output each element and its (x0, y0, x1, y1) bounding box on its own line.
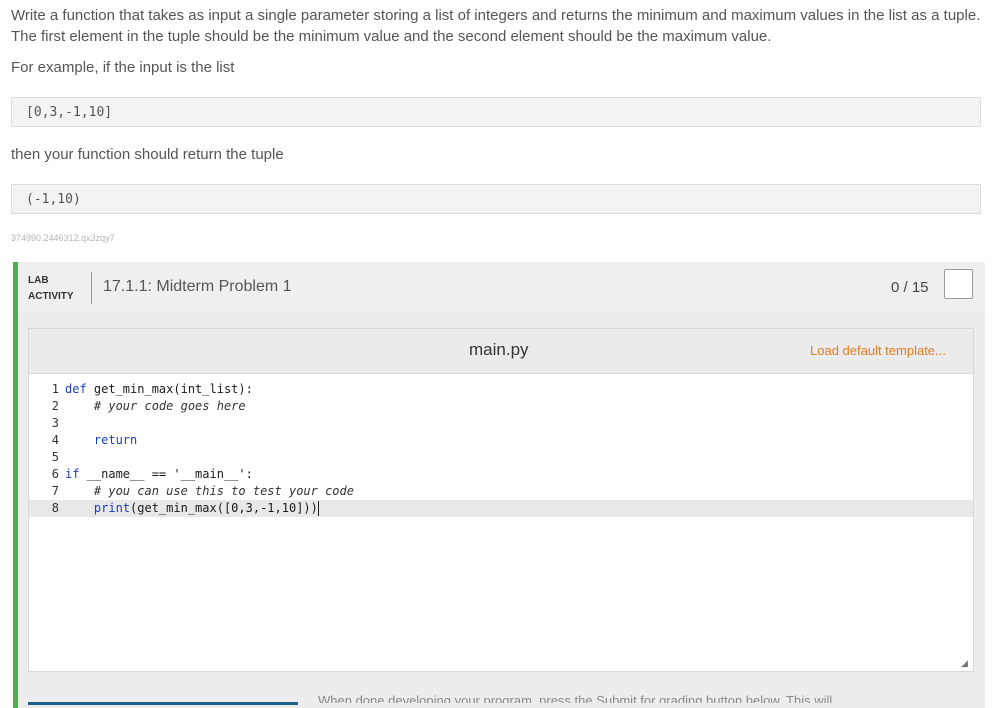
problem-statement: Write a function that takes as input a s… (11, 7, 981, 45)
line-number: 2 (51, 399, 59, 413)
code-line[interactable]: 2 # your code goes here (29, 398, 973, 415)
code-line[interactable]: 4 return (29, 432, 973, 449)
code-text[interactable]: if __name__ == '__main__': (65, 466, 253, 483)
file-name: main.py (469, 340, 529, 359)
code-editor: main.py Load default template... 1 def g… (28, 328, 974, 672)
resize-handle-icon[interactable]: ◢ (961, 659, 969, 668)
line-number: 8 (51, 501, 59, 515)
code-line[interactable]: 6 if __name__ == '__main__': (29, 466, 973, 483)
lab-title: 17.1.1: Midterm Problem 1 (103, 278, 292, 295)
header-divider (91, 272, 92, 304)
text-cursor (317, 501, 319, 516)
code-text[interactable]: def get_min_max(int_list): (65, 381, 253, 398)
example-output-code: (-1,10) (11, 184, 981, 214)
example-lead-text: For example, if the input is the list (11, 59, 235, 76)
footer-instructions: When done developing your program, press… (318, 693, 833, 703)
load-default-template-link[interactable]: Load default template... (810, 343, 946, 358)
code-line-active[interactable]: 8 print(get_min_max([0,3,-1,10])) (29, 500, 973, 517)
progress-strip (28, 702, 298, 705)
lab-label-line2: ACTIVITY (28, 291, 74, 302)
line-number: 7 (51, 484, 59, 498)
line-number: 3 (51, 416, 59, 430)
code-text[interactable]: # your code goes here (65, 398, 246, 415)
checkbox-square-icon (944, 269, 973, 299)
line-number: 6 (51, 467, 59, 481)
editor-toolbar: main.py Load default template... (29, 329, 973, 374)
code-text[interactable]: print(get_min_max([0,3,-1,10])) (65, 500, 319, 517)
lab-activity-label: LAB ACTIVITY (28, 273, 74, 305)
example-input-code: [0,3,-1,10] (11, 97, 981, 127)
activity-hash: 374990.2446312.qx3zqy7 (11, 233, 115, 243)
zybooks-lab-page: Write a function that takes as input a s… (0, 0, 1003, 708)
score-text: 0 / 15 (891, 279, 929, 296)
line-number: 1 (51, 382, 59, 396)
code-line[interactable]: 1 def get_min_max(int_list): (29, 381, 973, 398)
line-number: 4 (51, 433, 59, 447)
code-area[interactable]: 1 def get_min_max(int_list): 2 # your co… (29, 374, 973, 671)
lab-label-line1: LAB (28, 275, 49, 286)
line-number: 5 (51, 450, 59, 464)
code-line[interactable]: 5 (29, 449, 973, 466)
code-text[interactable]: return (65, 432, 137, 449)
code-text[interactable]: # you can use this to test your code (65, 483, 354, 500)
lab-activity-panel: LAB ACTIVITY 17.1.1: Midterm Problem 1 0… (13, 262, 985, 708)
code-line[interactable]: 7 # you can use this to test your code (29, 483, 973, 500)
result-lead-text: then your function should return the tup… (11, 146, 284, 163)
code-line[interactable]: 3 (29, 415, 973, 432)
lab-header: LAB ACTIVITY 17.1.1: Midterm Problem 1 0… (18, 262, 985, 312)
